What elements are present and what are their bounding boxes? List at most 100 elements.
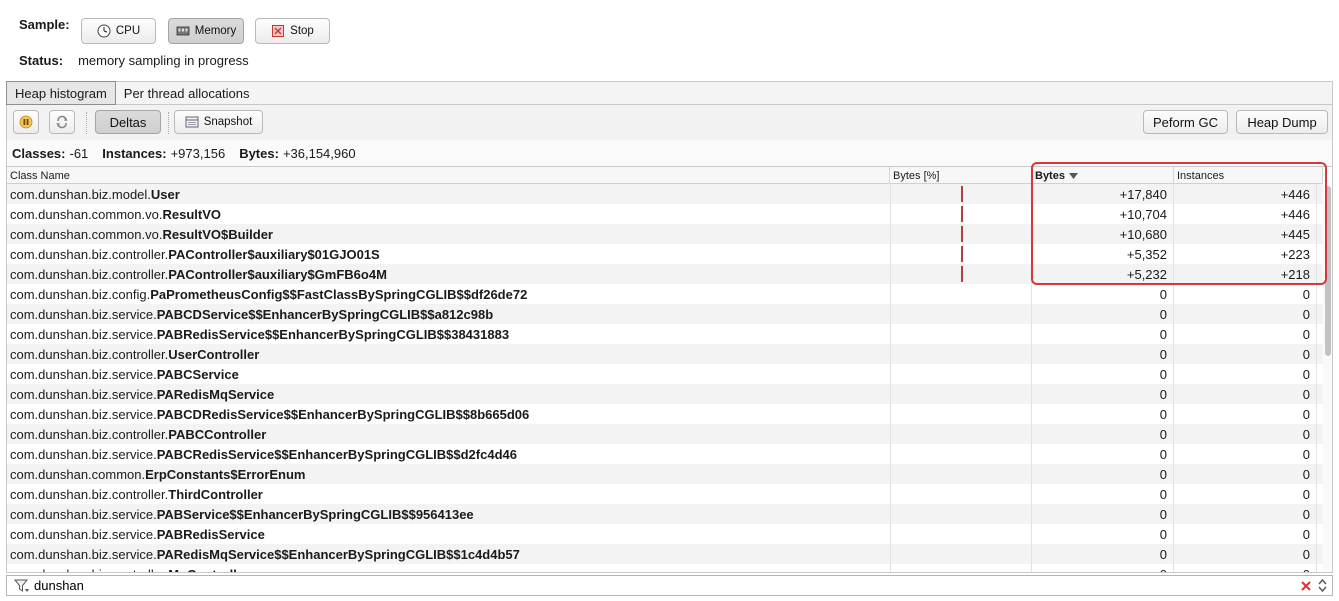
table-row[interactable]: com.dunshan.biz.service. PARedisMqService… <box>7 544 1323 564</box>
bytes-pct-cell <box>890 524 1032 544</box>
package-name: com.dunshan.common.vo. <box>10 206 163 222</box>
instances-cell: 0 <box>1174 464 1317 484</box>
package-name: com.dunshan.biz.controller. <box>10 346 169 362</box>
class-name-cell: com.dunshan.biz.service. PARedisMqService… <box>10 544 888 564</box>
status-label: Status: <box>19 53 64 68</box>
class-name-cell: com.dunshan.common. ErpConstants$ErrorEnu… <box>10 464 888 484</box>
bytes-cell: 0 <box>1032 364 1174 384</box>
table-row[interactable]: com.dunshan.biz.controller. PABCControlle… <box>7 424 1323 444</box>
filter-icon[interactable] <box>14 579 30 593</box>
table-row[interactable]: com.dunshan.biz.controller. ThirdControll… <box>7 484 1323 504</box>
table-row[interactable]: com.dunshan.biz.controller. UserControlle… <box>7 344 1323 364</box>
column-header-class-name[interactable]: Class Name <box>7 167 890 184</box>
toolbar-separator <box>86 112 87 134</box>
class-simple-name: PABRedisService$$EnhancerBySpringCGLIB$$… <box>156 326 510 342</box>
bytes-pct-cell <box>890 224 1032 244</box>
class-simple-name: ResultVO <box>162 206 221 222</box>
package-name: com.dunshan.biz.controller. <box>10 246 169 262</box>
bytes-cell: 0 <box>1032 424 1174 444</box>
perform-gc-button[interactable]: Peform GC <box>1143 110 1228 134</box>
tab-per-thread-allocations[interactable]: Per thread allocations <box>116 82 258 104</box>
table-row[interactable]: com.dunshan.common. ErpConstants$ErrorEnu… <box>7 464 1323 484</box>
bytes-pct-cell <box>890 484 1032 504</box>
bytes-value: +36,154,960 <box>282 145 356 161</box>
snapshot-icon <box>185 116 199 128</box>
classes-label: Classes: <box>12 145 66 161</box>
bytes-pct-cell <box>890 404 1032 424</box>
class-name-cell: com.dunshan.biz.service. PABRedisService <box>10 524 888 544</box>
class-simple-name: PaPrometheusConfig$$FastClassBySpringCGL… <box>150 286 528 302</box>
table-row[interactable]: com.dunshan.biz.config. PaPrometheusConfi… <box>7 284 1323 304</box>
bytes-label: Bytes: <box>239 145 279 161</box>
class-name-cell: com.dunshan.biz.controller. ThirdControll… <box>10 484 888 504</box>
bytes-pct-cell <box>890 464 1032 484</box>
bytes-pct-cell <box>890 204 1032 224</box>
instances-cell: 0 <box>1174 304 1317 324</box>
stop-sample-button[interactable]: Stop <box>255 18 330 44</box>
instances-cell: 0 <box>1174 384 1317 404</box>
package-name: com.dunshan.biz.service. <box>10 366 157 382</box>
class-simple-name: PABCDService$$EnhancerBySpringCGLIB$$a81… <box>156 306 494 322</box>
bytes-pct-bar <box>961 226 963 242</box>
cpu-sample-button[interactable]: CPU <box>81 18 156 44</box>
instances-cell: 0 <box>1174 424 1317 444</box>
class-name-cell: com.dunshan.biz.model. User <box>10 184 888 204</box>
package-name: com.dunshan.biz.controller. <box>10 426 169 442</box>
table-row[interactable]: com.dunshan.biz.controller.MqController 0… <box>7 564 1323 572</box>
bytes-cell: 0 <box>1032 324 1174 344</box>
stop-icon <box>272 25 285 37</box>
bytes-pct-cell <box>890 444 1032 464</box>
class-filter-bar <box>6 575 1333 596</box>
deltas-toggle-button[interactable]: Deltas <box>95 110 161 134</box>
reset-button[interactable] <box>49 110 75 134</box>
memory-chip-icon <box>176 26 190 36</box>
table-row[interactable]: com.dunshan.biz.service. PABRedisService 0… <box>7 524 1323 544</box>
class-name-cell: com.dunshan.biz.service. PARedisMqService <box>10 384 888 404</box>
bytes-pct-cell <box>890 564 1032 572</box>
bytes-pct-cell <box>890 384 1032 404</box>
tab-heap-histogram[interactable]: Heap histogram <box>6 81 116 105</box>
bytes-cell: 0 <box>1032 304 1174 324</box>
instances-cell: 0 <box>1174 324 1317 344</box>
sample-label: Sample: <box>19 17 70 32</box>
table-row[interactable]: com.dunshan.biz.service. PABCRedisService… <box>7 444 1323 464</box>
class-simple-name: PAController$auxiliary$01GJO01S <box>168 246 380 262</box>
bytes-cell: 0 <box>1032 444 1174 464</box>
table-row[interactable]: com.dunshan.biz.service. PABCService 0 0 <box>7 364 1323 384</box>
class-name-cell: com.dunshan.biz.service. PABCService <box>10 364 888 384</box>
table-row[interactable]: com.dunshan.biz.service. PARedisMqService… <box>7 384 1323 404</box>
package-name: com.dunshan.biz.model. <box>10 186 151 202</box>
snapshot-button[interactable]: Snapshot <box>174 110 263 134</box>
pause-button[interactable] <box>13 110 39 134</box>
bytes-pct-bar <box>961 206 963 222</box>
table-row[interactable]: com.dunshan.biz.service. PABRedisService$… <box>7 324 1323 344</box>
heap-dump-button[interactable]: Heap Dump <box>1236 110 1328 134</box>
class-name-cell: com.dunshan.biz.controller. PAController$… <box>10 244 888 264</box>
class-filter-input[interactable] <box>34 576 1274 595</box>
bytes-cell: 0 <box>1032 544 1174 564</box>
class-name-cell: com.dunshan.common.vo. ResultVO <box>10 204 888 224</box>
package-name: com.dunshan.biz.service. <box>10 326 157 342</box>
toolbar-separator <box>168 112 169 134</box>
package-name: com.dunshan.biz.controller. <box>10 266 169 282</box>
column-header-bytes-pct[interactable]: Bytes [%] <box>890 167 1032 184</box>
instances-cell: 0 <box>1174 404 1317 424</box>
table-row[interactable]: com.dunshan.biz.service. PABCDService$$En… <box>7 304 1323 324</box>
status-row: Status: memory sampling in progress <box>19 53 249 68</box>
bytes-pct-cell <box>890 364 1032 384</box>
memory-sample-button[interactable]: Memory <box>168 18 244 44</box>
class-simple-name: User <box>150 186 180 202</box>
histogram-toolbar: Deltas Snapshot Peform GC Heap Dump <box>6 105 1333 140</box>
class-simple-name: PABCRedisService$$EnhancerBySpringCGLIB$… <box>156 446 517 462</box>
chevron-updown-icon[interactable] <box>1318 578 1327 593</box>
bytes-cell: 0 <box>1032 504 1174 524</box>
class-name-cell: com.dunshan.biz.controller. UserControlle… <box>10 344 888 364</box>
table-row[interactable]: com.dunshan.biz.service. PABService$$Enha… <box>7 504 1323 524</box>
package-name: com.dunshan.biz.service. <box>10 406 157 422</box>
class-name-cell: com.dunshan.biz.service. PABCRedisService… <box>10 444 888 464</box>
class-name-cell: com.dunshan.biz.config. PaPrometheusConfi… <box>10 284 888 304</box>
bytes-pct-cell <box>890 344 1032 364</box>
table-row[interactable]: com.dunshan.biz.service. PABCDRedisServic… <box>7 404 1323 424</box>
package-name: com.dunshan.biz.service. <box>10 386 157 402</box>
clear-filter-icon[interactable] <box>1300 580 1312 592</box>
